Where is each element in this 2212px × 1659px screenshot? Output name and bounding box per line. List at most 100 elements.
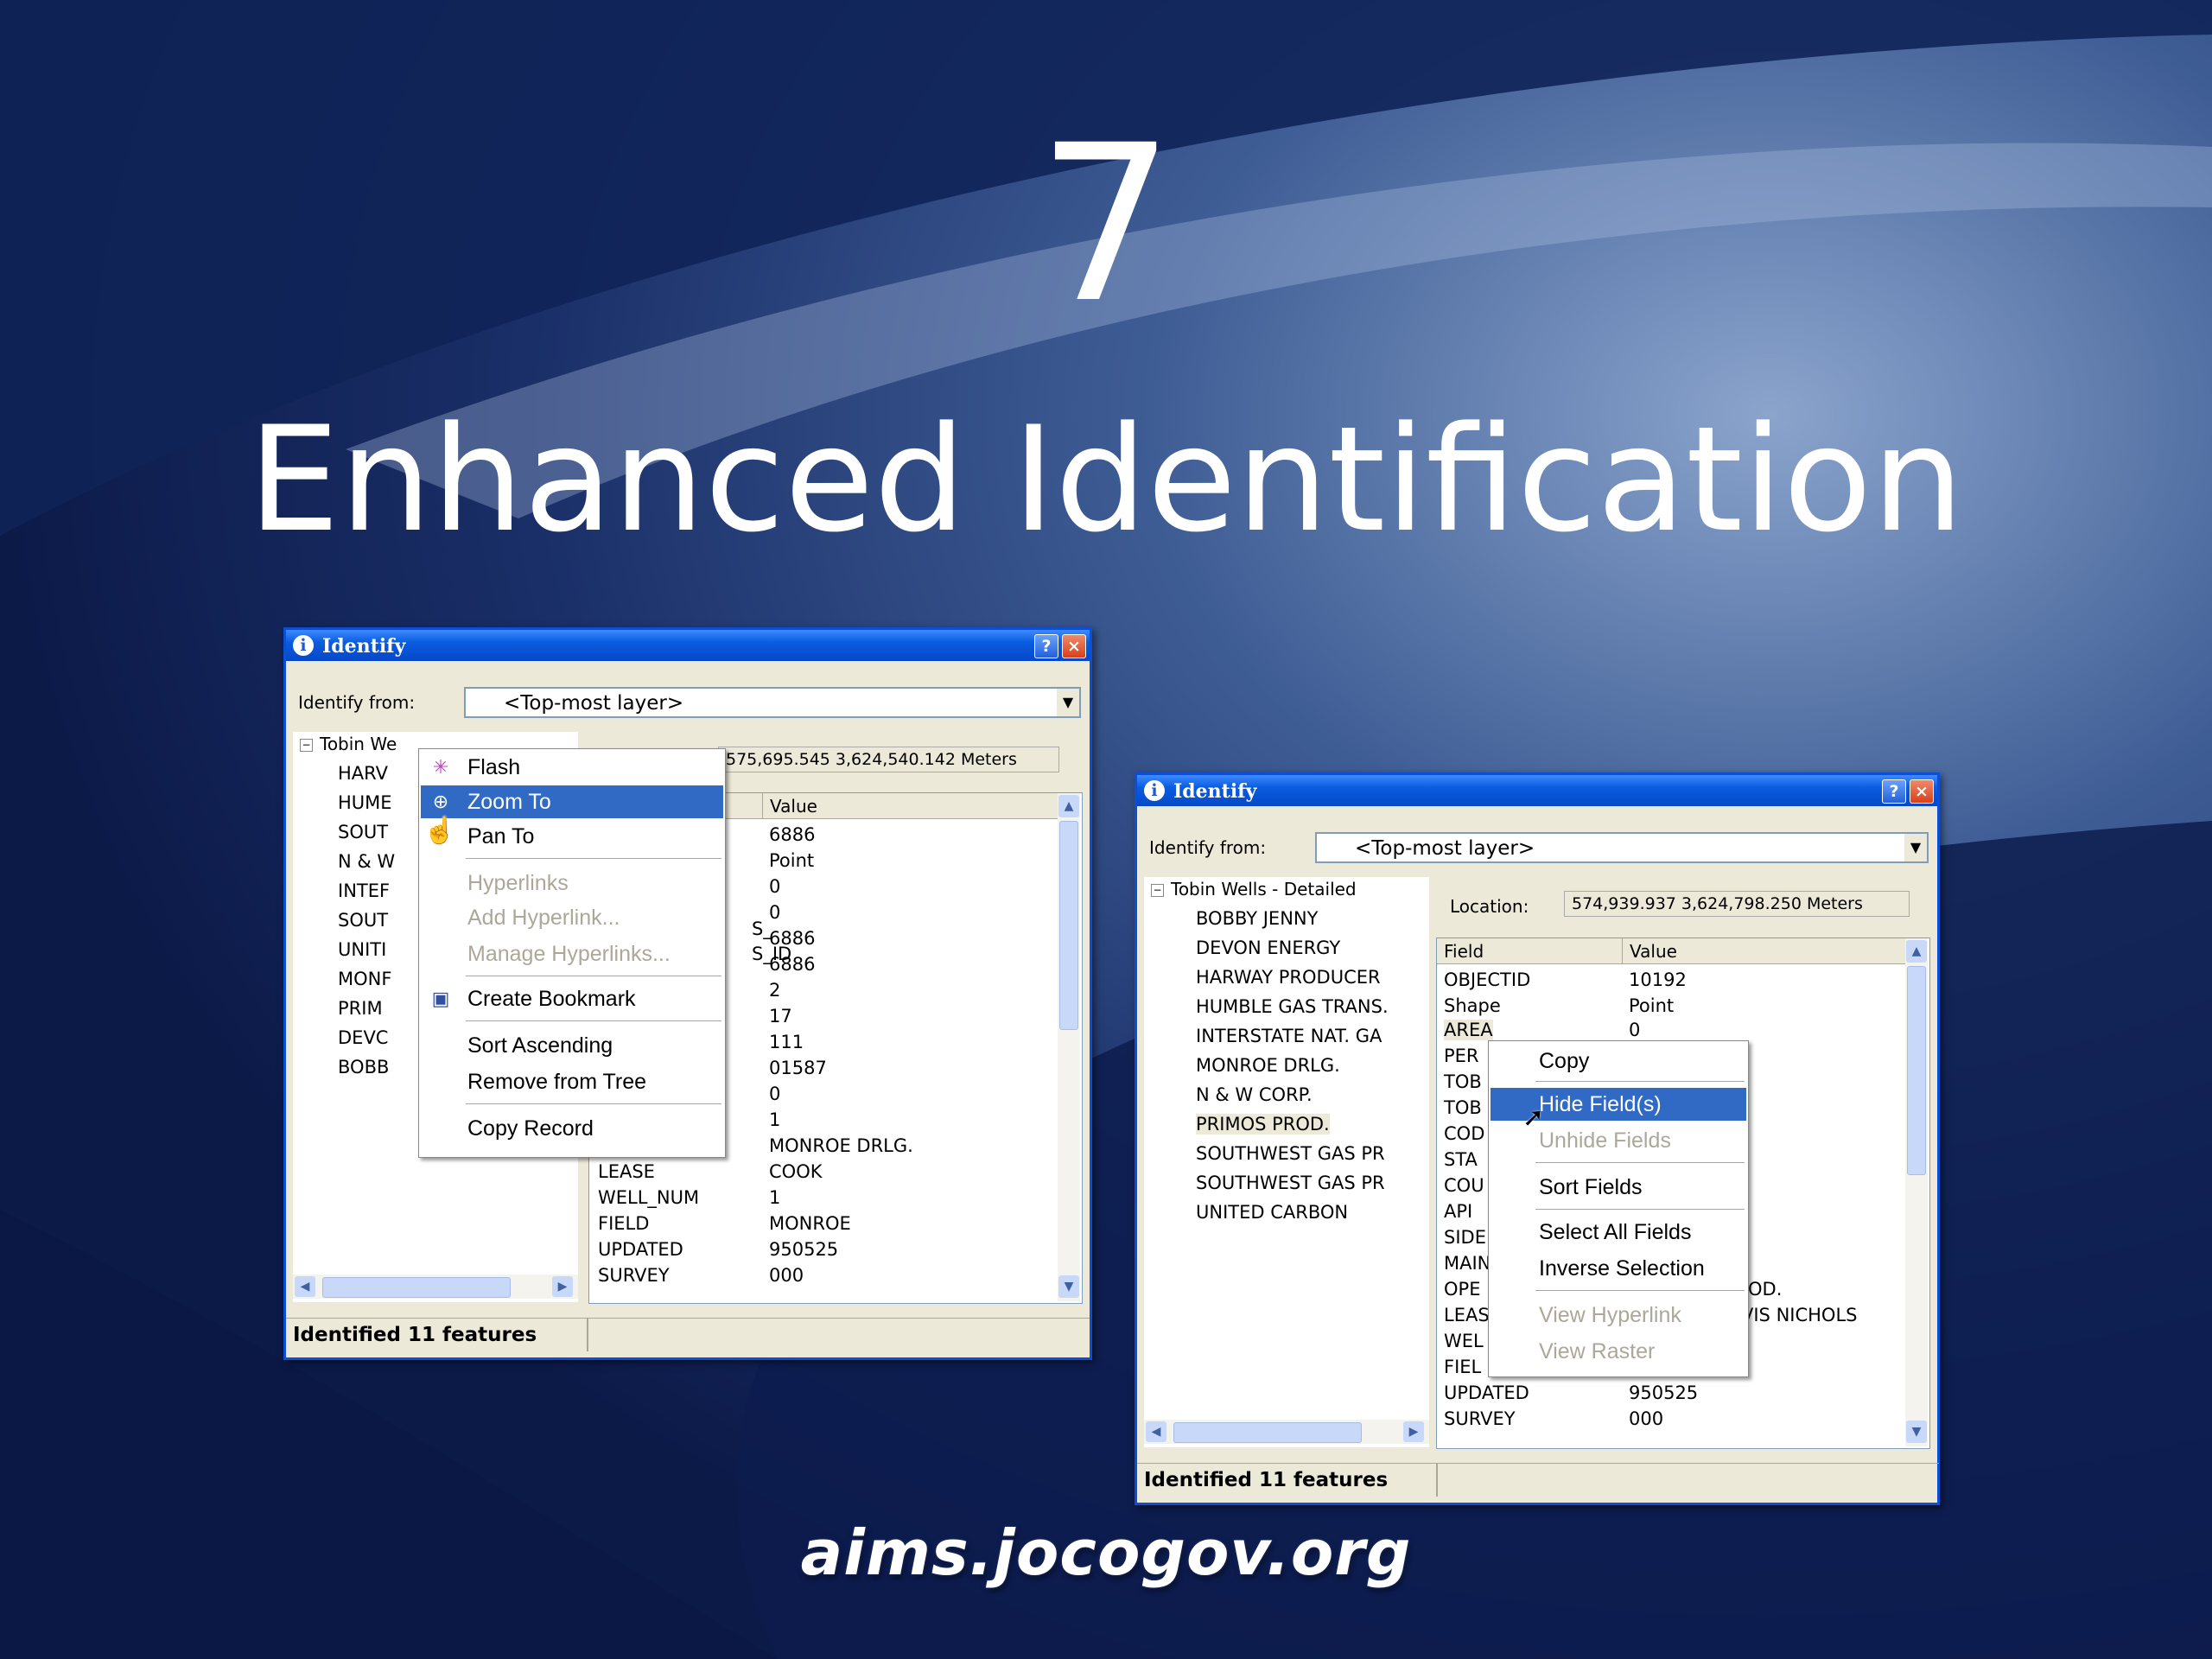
menu-item-manage-hyperlinks: Manage Hyperlinks... bbox=[421, 938, 723, 970]
collapse-icon[interactable]: − bbox=[1151, 884, 1164, 897]
tree-item[interactable]: SOUTHWEST GAS PR bbox=[1196, 1173, 1385, 1193]
tree-item[interactable]: BOBB bbox=[338, 1057, 389, 1077]
help-button[interactable]: ? bbox=[1882, 779, 1906, 804]
collapse-icon[interactable]: − bbox=[300, 739, 313, 752]
chevron-down-icon[interactable]: ▼ bbox=[1057, 689, 1079, 716]
grid-vertical-scrollbar[interactable]: ▲ ▼ bbox=[1905, 938, 1928, 1446]
menu-item-sort-ascending[interactable]: Sort Ascending bbox=[421, 1029, 723, 1062]
value-cell: MONROE DRLG. bbox=[769, 1135, 913, 1156]
identify-from-label: Identify from: bbox=[1149, 837, 1267, 858]
scroll-up-icon[interactable]: ▲ bbox=[1906, 940, 1927, 963]
tree-horizontal-scrollbar[interactable]: ◀ ▶ bbox=[1144, 1420, 1429, 1444]
grid-vertical-scrollbar[interactable]: ▲ ▼ bbox=[1058, 793, 1080, 1301]
menu-item-remove-from-tree[interactable]: Remove from Tree bbox=[421, 1065, 723, 1098]
menu-item-label: Sort Ascending bbox=[467, 1033, 613, 1058]
tree-item[interactable]: SOUT bbox=[338, 822, 388, 842]
menu-separator bbox=[466, 1020, 721, 1021]
menu-item-label: View Hyperlink bbox=[1539, 1303, 1681, 1327]
field-cell: SURVEY bbox=[598, 1265, 670, 1286]
arrow-cursor-icon: ➚ bbox=[1522, 1103, 1545, 1132]
tree-item[interactable]: SOUTHWEST GAS PR bbox=[1196, 1143, 1385, 1164]
value-cell: 0 bbox=[769, 1084, 781, 1104]
feature-tree[interactable]: − Tobin Wells - Detailed BOBBY JENNY DEVO… bbox=[1144, 877, 1429, 1447]
tree-item[interactable]: INTEF bbox=[338, 880, 390, 901]
tree-context-menu: ✳ Flash ⊕ Zoom To Pan To Hyperlinks Add Hy… bbox=[418, 748, 726, 1158]
value-cell: Point bbox=[1629, 995, 1675, 1016]
field-cell: STA bbox=[1444, 1149, 1478, 1170]
tree-item[interactable]: HARV bbox=[338, 763, 388, 784]
scroll-right-icon[interactable]: ▶ bbox=[1403, 1421, 1424, 1442]
menu-item-copy-record[interactable]: Copy Record bbox=[421, 1112, 723, 1145]
field-cell: API bbox=[1444, 1201, 1473, 1222]
scroll-right-icon[interactable]: ▶ bbox=[552, 1276, 573, 1297]
value-cell: 2 bbox=[769, 980, 781, 1001]
tree-item[interactable]: MONF bbox=[338, 969, 391, 989]
close-button[interactable]: × bbox=[1062, 634, 1086, 658]
title-bar[interactable]: i Identify ? × bbox=[286, 630, 1090, 661]
tree-item[interactable]: PRIM bbox=[338, 998, 383, 1019]
field-column-header[interactable]: Field bbox=[1437, 938, 1622, 964]
value-cell: 1 bbox=[769, 1187, 781, 1208]
tree-root[interactable]: − Tobin Wells - Detailed bbox=[1151, 879, 1357, 899]
menu-item-select-all-fields[interactable]: Select All Fields bbox=[1491, 1216, 1746, 1249]
tree-item[interactable]: MONROE DRLG. bbox=[1196, 1055, 1340, 1076]
scroll-up-icon[interactable]: ▲ bbox=[1058, 795, 1079, 817]
tree-item[interactable]: DEVON ENERGY bbox=[1196, 938, 1340, 958]
menu-item-flash[interactable]: ✳ Flash bbox=[421, 751, 723, 784]
tree-item[interactable]: SOUT bbox=[338, 910, 388, 931]
menu-separator bbox=[466, 1103, 721, 1104]
tree-item[interactable]: UNITI bbox=[338, 939, 386, 960]
tree-item[interactable]: HUMBLE GAS TRANS. bbox=[1196, 996, 1389, 1017]
footer-url: aims.jocogov.org bbox=[800, 1516, 1412, 1589]
value-cell: 0 bbox=[1629, 1020, 1641, 1040]
value-cell: 0 bbox=[769, 876, 781, 897]
tree-item[interactable]: UNITED CARBON bbox=[1196, 1202, 1348, 1223]
help-button[interactable]: ? bbox=[1034, 634, 1058, 658]
status-bar-panel bbox=[1436, 1463, 1939, 1497]
scroll-thumb[interactable] bbox=[1059, 821, 1078, 1030]
slide-title: Enhanced Identification bbox=[248, 395, 1964, 564]
field-cell: AREA bbox=[1444, 1020, 1493, 1040]
scroll-left-icon[interactable]: ◀ bbox=[1146, 1421, 1166, 1442]
menu-item-copy[interactable]: Copy bbox=[1491, 1045, 1746, 1077]
scroll-left-icon[interactable]: ◀ bbox=[295, 1276, 315, 1297]
chevron-down-icon[interactable]: ▼ bbox=[1904, 834, 1927, 861]
field-cell: OPE bbox=[1444, 1279, 1481, 1300]
menu-item-sort-fields[interactable]: Sort Fields bbox=[1491, 1171, 1746, 1204]
menu-item-zoom-to[interactable]: ⊕ Zoom To bbox=[421, 785, 723, 818]
menu-item-label: Copy bbox=[1539, 1049, 1590, 1073]
menu-item-pan-to[interactable]: Pan To bbox=[421, 820, 723, 853]
tree-item[interactable]: N & W bbox=[338, 851, 395, 872]
scroll-down-icon[interactable]: ▼ bbox=[1906, 1421, 1927, 1443]
scroll-thumb[interactable] bbox=[1907, 966, 1926, 1175]
close-button[interactable]: × bbox=[1910, 779, 1934, 804]
menu-item-create-bookmark[interactable]: ▣ Create Bookmark bbox=[421, 982, 723, 1015]
value-cell: 950525 bbox=[1629, 1382, 1699, 1403]
menu-item-label: Sort Fields bbox=[1539, 1175, 1643, 1199]
tree-item[interactable]: BOBBY JENNY bbox=[1196, 908, 1318, 929]
tree-item[interactable]: N & W CORP. bbox=[1196, 1084, 1313, 1105]
identify-from-dropdown[interactable]: <Top-most layer> ▼ bbox=[464, 687, 1081, 718]
identify-from-dropdown[interactable]: <Top-most layer> ▼ bbox=[1315, 832, 1929, 863]
field-cell: FIEL bbox=[1444, 1357, 1482, 1377]
tree-item[interactable]: PRIMOS PROD. bbox=[1196, 1114, 1330, 1135]
value-cell: 1 bbox=[769, 1109, 781, 1130]
tree-item[interactable]: INTERSTATE NAT. GA bbox=[1196, 1026, 1382, 1046]
menu-separator bbox=[1535, 1290, 1745, 1291]
tree-item[interactable]: HARWAY PRODUCER bbox=[1196, 967, 1381, 988]
value-column-header[interactable]: Value bbox=[762, 793, 1059, 819]
tree-horizontal-scrollbar[interactable]: ◀ ▶ bbox=[293, 1274, 578, 1299]
scroll-thumb[interactable] bbox=[1173, 1422, 1362, 1443]
scroll-thumb[interactable] bbox=[322, 1277, 511, 1298]
tree-item[interactable]: HUME bbox=[338, 792, 392, 813]
menu-item-label: Copy Record bbox=[467, 1116, 594, 1141]
value-column-header[interactable]: Value bbox=[1622, 938, 1907, 964]
menu-item-label: Pan To bbox=[467, 824, 535, 849]
menu-item-label: Hide Field(s) bbox=[1539, 1092, 1662, 1116]
tree-root[interactable]: − Tobin We bbox=[300, 734, 397, 754]
dropdown-value: <Top-most layer> bbox=[504, 692, 684, 715]
menu-item-inverse-selection[interactable]: Inverse Selection bbox=[1491, 1252, 1746, 1285]
title-bar[interactable]: i Identify ? × bbox=[1137, 775, 1937, 806]
scroll-down-icon[interactable]: ▼ bbox=[1058, 1275, 1079, 1298]
tree-item[interactable]: DEVC bbox=[338, 1027, 388, 1048]
